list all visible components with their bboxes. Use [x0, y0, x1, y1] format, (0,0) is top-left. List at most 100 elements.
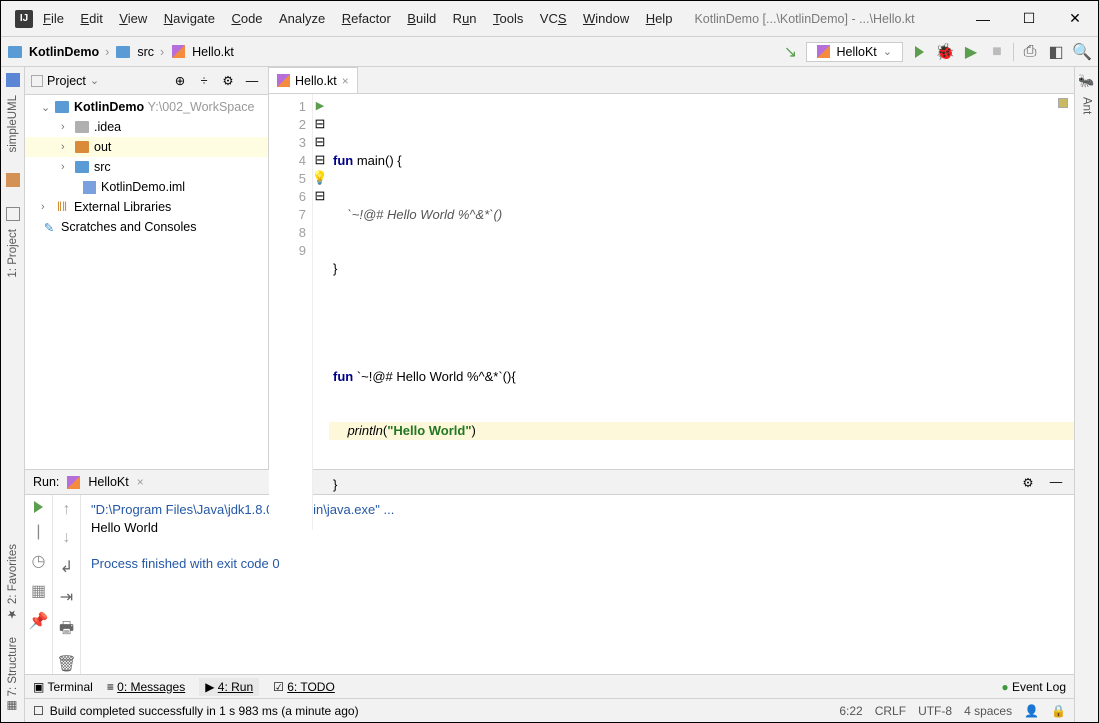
window-title: KotlinDemo [...\KotlinDemo] - ...\Hello.… [694, 12, 960, 26]
close-tab-icon[interactable]: × [342, 74, 349, 88]
uml2-icon [6, 173, 20, 187]
right-tool-strip: 🐜 Ant [1074, 67, 1098, 722]
left-tool-strip: simpleUML 1: Project ★ 2: Favorites ▦ 7:… [1, 67, 25, 722]
menu-analyze[interactable]: Analyze [279, 11, 325, 26]
kotlin-icon [67, 476, 80, 489]
menu-navigate[interactable]: Navigate [164, 11, 215, 26]
cursor-position[interactable]: 6:22 [839, 704, 862, 718]
menu-file[interactable]: FFileile [43, 11, 64, 26]
layout-icon[interactable]: ▦ [31, 581, 46, 601]
stop-button[interactable]: ■ [987, 42, 1007, 62]
tree-project-root[interactable]: ⌄KotlinDemo Y:\002_WorkSpace [25, 97, 268, 117]
project-tree[interactable]: ⌄KotlinDemo Y:\002_WorkSpace ›.idea ›out… [25, 95, 268, 239]
tree-iml-file[interactable]: KotlinDemo.iml [25, 177, 268, 197]
run-tools-1: | ◷ ▦ 📌 [25, 495, 53, 674]
crumb-project[interactable]: KotlinDemo [29, 45, 99, 59]
hide-icon[interactable]: — [242, 71, 262, 91]
run-gutter-icon[interactable]: ▶ [316, 97, 324, 115]
run-config-selector[interactable]: HelloKt ⌄ [806, 42, 903, 62]
crumb-file[interactable]: Hello.kt [192, 45, 234, 59]
menu-vcs[interactable]: VCS [540, 11, 567, 26]
intention-bulb-icon[interactable]: 💡 [312, 169, 328, 187]
tool-icon[interactable]: ◷ [32, 551, 46, 571]
settings-icon[interactable]: ⚙ [218, 71, 238, 91]
title-bar: IJ FFileile Edit View Navigate Code Anal… [1, 1, 1098, 37]
status-message-icon[interactable]: ☐ [33, 704, 44, 718]
messages-tab[interactable]: ≡ 0: Messages [107, 680, 185, 694]
project-tool-window: Project ⌄ ⊕ ÷ ⚙ — ⌄KotlinDemo Y:\002_Wor… [25, 67, 269, 469]
folder-icon [8, 46, 22, 58]
run-tab[interactable]: HelloKt [88, 475, 128, 489]
terminal-tab[interactable]: ▣ Terminal [33, 680, 93, 694]
project-tab[interactable]: 1: Project [7, 229, 19, 278]
menu-run[interactable]: Run [453, 11, 477, 26]
minimize-button[interactable]: ― [960, 1, 1006, 36]
warning-stripe-icon[interactable] [1058, 98, 1068, 108]
crumb-src[interactable]: src [137, 45, 154, 59]
tool-icon[interactable]: | [36, 523, 40, 541]
chevron-down-icon: ⌄ [883, 45, 892, 58]
inspection-icon[interactable]: 👤 [1024, 704, 1039, 718]
run-tools-2: ↑ ↓ ↲ ⇥ 🖶 🗑 [53, 495, 81, 674]
pin-icon[interactable]: 📌 [29, 611, 49, 631]
tree-out-folder[interactable]: ›out [25, 137, 268, 157]
vcs-button[interactable]: ⎙ [1020, 42, 1040, 62]
expand-all-icon[interactable]: ÷ [194, 71, 214, 91]
rerun-icon[interactable] [34, 501, 43, 513]
close-run-tab-icon[interactable]: × [137, 475, 144, 489]
select-opened-file-icon[interactable]: ⊕ [170, 71, 190, 91]
project-panel-title[interactable]: Project [47, 74, 86, 88]
lock-icon[interactable]: 🔒 [1051, 704, 1066, 718]
simpleuml-tab[interactable]: simpleUML [7, 95, 19, 153]
tree-scratches[interactable]: ✎Scratches and Consoles [25, 217, 268, 237]
coverage-button[interactable]: ▶ [961, 42, 981, 62]
code-area[interactable]: 123456789 ▶ ⊟⊟ ⊟ 💡 ⊟ fun main() { `~!@# … [269, 94, 1074, 530]
tree-external-libraries[interactable]: ›‖‖External Libraries [25, 197, 268, 217]
soft-wrap-icon[interactable]: ↲ [60, 557, 73, 577]
console-line: Process finished with exit code 0 [91, 555, 1064, 573]
search-everywhere-button[interactable]: 🔍 [1072, 42, 1092, 62]
favorites-tab[interactable]: ★ 2: Favorites [6, 544, 20, 621]
menu-refactor[interactable]: Refactor [342, 11, 391, 26]
menu-build[interactable]: Build [407, 11, 436, 26]
clear-icon[interactable]: 🗑 [56, 654, 76, 674]
menu-view[interactable]: View [119, 11, 147, 26]
status-bar: ☐ Build completed successfully in 1 s 98… [25, 698, 1074, 722]
line-separator[interactable]: CRLF [875, 704, 906, 718]
menu-code[interactable]: Code [231, 11, 262, 26]
menu-bar: FFileile Edit View Navigate Code Analyze… [43, 10, 684, 28]
chevron-down-icon[interactable]: ⌄ [90, 74, 99, 87]
ant-icon: 🐜 [1078, 73, 1094, 89]
structure-tab[interactable]: ▦ 7: Structure [6, 637, 20, 714]
project-structure-button[interactable]: ◧ [1046, 42, 1066, 62]
menu-help[interactable]: Help [646, 11, 673, 26]
print-icon[interactable]: 🖶 [59, 617, 74, 644]
tree-idea-folder[interactable]: ›.idea [25, 117, 268, 137]
indent[interactable]: 4 spaces [964, 704, 1012, 718]
breadcrumbs: KotlinDemo › src › Hello.kt [7, 44, 234, 60]
run-title: Run: [33, 475, 59, 489]
event-log-tab[interactable]: ● Event Log [1001, 680, 1066, 694]
maximize-button[interactable]: ☐ [1006, 1, 1052, 36]
todo-tab[interactable]: ☑ 6: TODO [273, 680, 335, 694]
up-icon[interactable]: ↑ [63, 501, 71, 519]
encoding[interactable]: UTF-8 [918, 704, 952, 718]
kotlin-file-icon [277, 74, 290, 87]
menu-tools[interactable]: Tools [493, 11, 523, 26]
run-button[interactable] [909, 42, 929, 62]
menu-window[interactable]: Window [583, 11, 629, 26]
debug-button[interactable]: 🐞 [935, 42, 955, 62]
scroll-end-icon[interactable]: ⇥ [60, 587, 73, 607]
tree-src-folder[interactable]: ›src [25, 157, 268, 177]
kotlin-file-icon [172, 45, 185, 58]
ide-window: IJ FFileile Edit View Navigate Code Anal… [0, 0, 1099, 723]
build-icon[interactable]: ↘ [780, 42, 800, 62]
editor-tab-hello[interactable]: Hello.kt × [269, 67, 358, 93]
menu-edit[interactable]: Edit [80, 11, 102, 26]
editor-tab-label: Hello.kt [295, 74, 337, 88]
ant-tab[interactable]: Ant [1081, 97, 1093, 114]
down-icon[interactable]: ↓ [63, 529, 71, 547]
close-button[interactable]: ✕ [1052, 1, 1098, 36]
run-tab[interactable]: ▶ 4: Run [199, 678, 259, 696]
status-message: Build completed successfully in 1 s 983 … [50, 704, 359, 718]
